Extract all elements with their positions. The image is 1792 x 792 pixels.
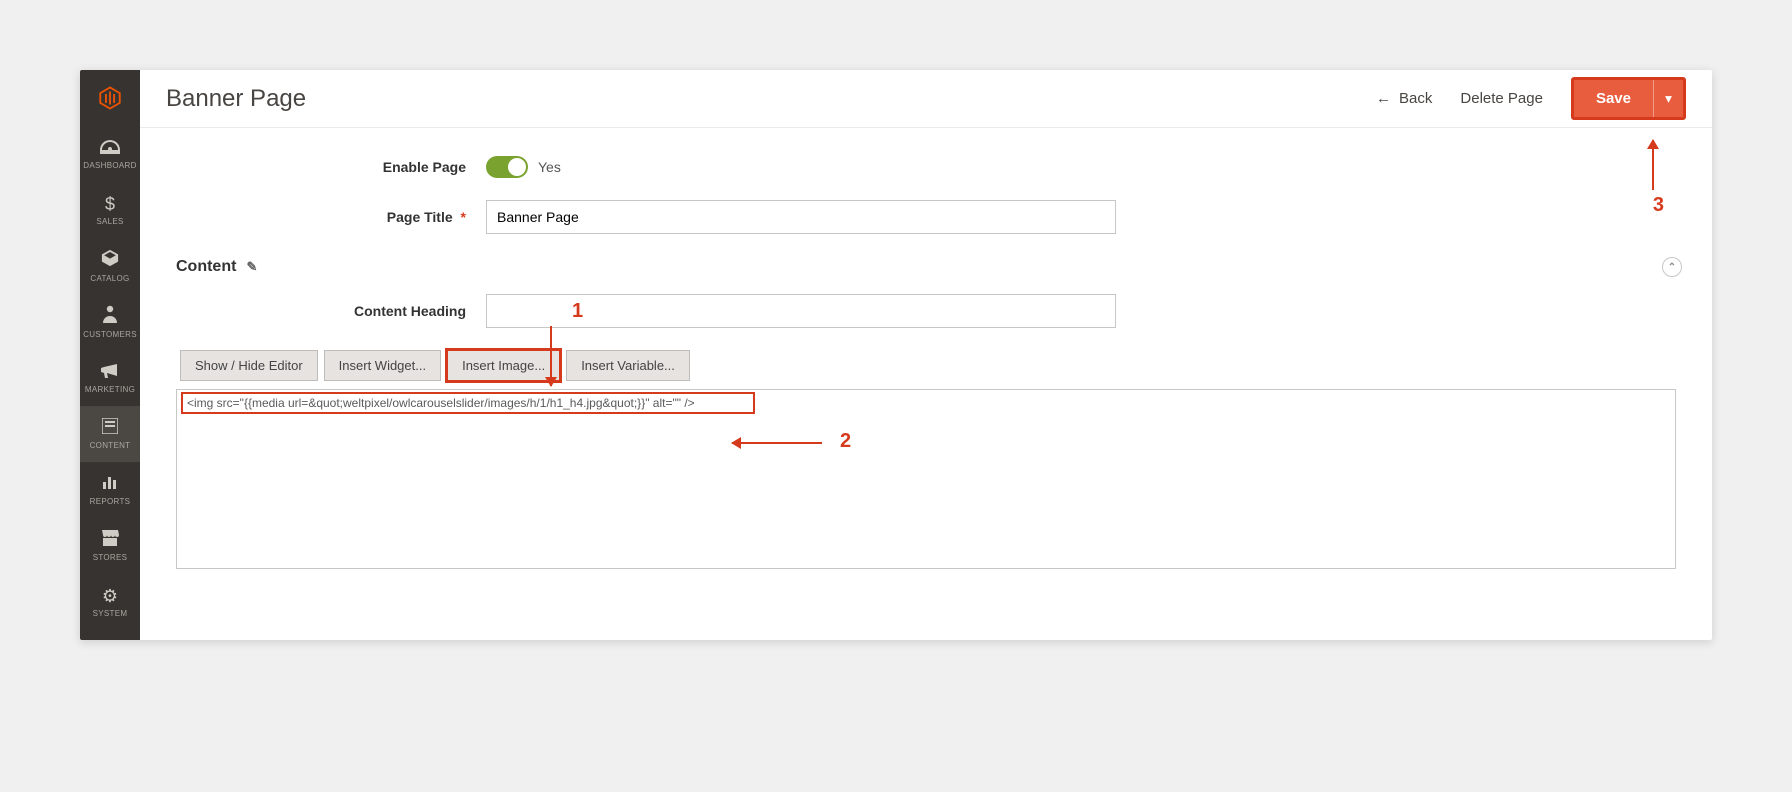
enable-page-row: Enable Page Yes	[176, 156, 1676, 178]
nav-reports[interactable]: REPORTS	[80, 462, 140, 518]
store-icon	[101, 530, 119, 549]
gauge-icon	[100, 139, 120, 157]
delete-page-button[interactable]: Delete Page	[1460, 90, 1543, 107]
content-editor-textarea[interactable]: <img src="{{media url=&quot;weltpixel/ow…	[176, 389, 1676, 569]
editor-toolbar: Show / Hide Editor Insert Widget... Inse…	[180, 350, 1676, 381]
nav-stores[interactable]: STORES	[80, 518, 140, 574]
nav-label: SYSTEM	[93, 609, 128, 618]
annotation-2: 2	[840, 430, 851, 453]
nav-label: CATALOG	[90, 274, 129, 283]
page-title-row: Page Title *	[176, 200, 1676, 234]
content-section-label: Content	[176, 258, 236, 276]
collapse-section-button[interactable]: ⌃	[1662, 257, 1682, 277]
delete-label: Delete Page	[1460, 90, 1543, 107]
arrow-left-icon: ←	[1376, 90, 1391, 107]
required-asterisk: *	[461, 209, 466, 225]
nav-label: CONTENT	[90, 441, 131, 450]
save-button-group: Save ▾	[1571, 77, 1686, 120]
nav-dashboard[interactable]: DASHBOARD	[80, 126, 140, 182]
content-section-header[interactable]: Content ✎ ⌃	[176, 258, 1676, 276]
save-dropdown-button[interactable]: ▾	[1653, 80, 1683, 117]
nav-label: REPORTS	[90, 497, 131, 506]
back-button[interactable]: ← Back	[1376, 90, 1432, 107]
nav-sales[interactable]: $ SALES	[80, 182, 140, 238]
magento-logo-icon	[97, 85, 123, 111]
main-panel: Banner Page ← Back Delete Page Save ▾ En…	[140, 70, 1712, 640]
nav-content[interactable]: CONTENT	[80, 406, 140, 462]
nav-customers[interactable]: CUSTOMERS	[80, 294, 140, 350]
page-header: Banner Page ← Back Delete Page Save ▾	[140, 70, 1712, 128]
admin-sidebar: DASHBOARD $ SALES CATALOG CUSTOMERS MARK…	[80, 70, 140, 640]
cube-icon	[101, 249, 119, 270]
gear-icon: ⚙	[102, 587, 118, 605]
page-title-label-text: Page Title	[387, 209, 453, 225]
nav-label: CUSTOMERS	[83, 330, 137, 339]
enable-page-value: Yes	[538, 159, 561, 175]
enable-page-label: Enable Page	[176, 159, 486, 175]
dollar-icon: $	[105, 195, 115, 213]
annotation-1: 1	[572, 300, 583, 323]
app-window: DASHBOARD $ SALES CATALOG CUSTOMERS MARK…	[80, 70, 1712, 640]
nav-marketing[interactable]: MARKETING	[80, 350, 140, 406]
content-heading-row: Content Heading	[176, 294, 1676, 328]
annotation-3-arrow	[1652, 140, 1654, 190]
magento-logo	[80, 70, 140, 126]
back-label: Back	[1399, 90, 1432, 107]
insert-image-button[interactable]: Insert Image...	[447, 350, 560, 381]
caret-down-icon: ▾	[1665, 91, 1672, 106]
nav-label: MARKETING	[85, 385, 135, 394]
nav-label: DASHBOARD	[83, 161, 136, 170]
save-button[interactable]: Save	[1574, 80, 1653, 117]
edit-icon: ✎	[246, 259, 257, 275]
nav-system[interactable]: ⚙ SYSTEM	[80, 574, 140, 630]
nav-catalog[interactable]: CATALOG	[80, 238, 140, 294]
insert-variable-button[interactable]: Insert Variable...	[566, 350, 690, 381]
annotation-2-arrow	[732, 442, 822, 444]
form-body: Enable Page Yes Page Title * Content ✎ ⌃	[140, 128, 1712, 640]
insert-widget-button[interactable]: Insert Widget...	[324, 350, 441, 381]
nav-label: SALES	[96, 217, 123, 226]
annotation-3: 3	[1653, 194, 1664, 217]
annotation-1-arrow	[550, 326, 552, 386]
page-title: Banner Page	[166, 85, 306, 113]
show-hide-editor-button[interactable]: Show / Hide Editor	[180, 350, 318, 381]
editor-code-content: <img src="{{media url=&quot;weltpixel/ow…	[181, 392, 755, 414]
page-title-input[interactable]	[486, 200, 1116, 234]
bars-icon	[102, 474, 118, 493]
chevron-up-icon: ⌃	[1668, 262, 1676, 273]
person-icon	[103, 305, 117, 326]
enable-page-toggle[interactable]	[486, 156, 528, 178]
content-icon	[102, 418, 118, 437]
page-title-label: Page Title *	[176, 209, 486, 225]
megaphone-icon	[101, 362, 119, 381]
nav-label: STORES	[93, 553, 128, 562]
content-heading-label: Content Heading	[176, 303, 486, 319]
